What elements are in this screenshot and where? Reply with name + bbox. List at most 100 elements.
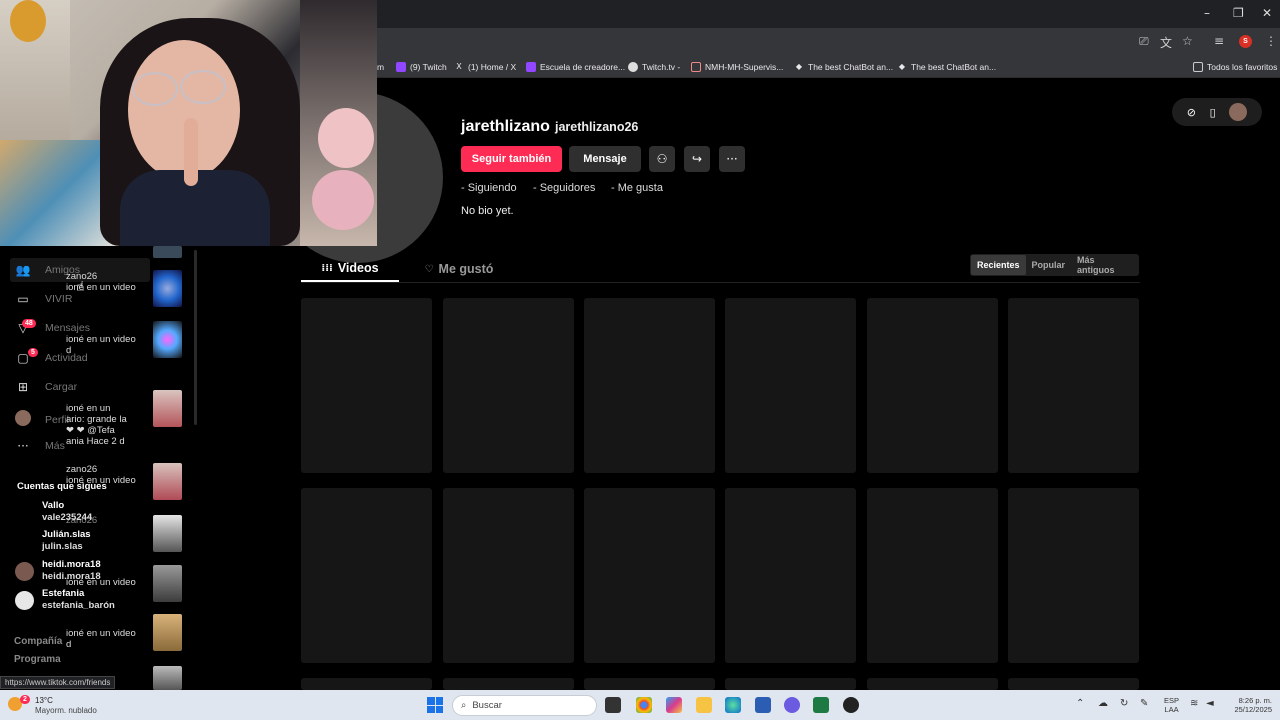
sidebar-scrollbar[interactable]	[194, 250, 197, 425]
language-indicator[interactable]: ESP LAA	[1164, 696, 1179, 714]
add-friend-icon[interactable]: ⚇	[649, 146, 675, 172]
notification-thumbnail[interactable]	[153, 666, 182, 690]
following-name[interactable]: Estefania	[42, 588, 84, 599]
avatar[interactable]	[15, 591, 34, 610]
notification-thumbnail[interactable]	[153, 246, 182, 258]
bookmark-twitch-tv[interactable]: Twitch.tv -	[628, 58, 680, 76]
obs-icon[interactable]	[843, 697, 859, 713]
close-button[interactable]: ✕	[1262, 6, 1272, 20]
following-handle[interactable]: julin.slas	[42, 541, 83, 552]
video-placeholder[interactable]	[1008, 678, 1139, 690]
teams-icon[interactable]	[784, 697, 800, 713]
footer-link-program[interactable]: Programa	[14, 654, 61, 665]
bookmark-item[interactable]: m	[377, 58, 384, 76]
tray-chevron-icon[interactable]: ⌃	[1076, 698, 1084, 709]
followers-count[interactable]: - Seguidores	[533, 182, 595, 194]
video-placeholder[interactable]	[867, 488, 998, 663]
following-name[interactable]: Julián.slas	[42, 529, 91, 540]
tray-sync-icon[interactable]: ↻	[1120, 698, 1128, 709]
notification-thumbnail[interactable]	[153, 463, 182, 500]
video-placeholder[interactable]	[725, 298, 856, 473]
video-placeholder[interactable]	[584, 678, 715, 690]
compass-icon[interactable]: ⊘	[1187, 106, 1196, 119]
weather-desc[interactable]: Mayorm. nublado	[35, 706, 97, 715]
video-placeholder[interactable]	[1008, 488, 1139, 663]
all-bookmarks[interactable]: Todos los favoritos	[1193, 58, 1277, 76]
weather-temp[interactable]: 13°C	[35, 696, 53, 705]
star-icon[interactable]: ☆	[1182, 34, 1193, 48]
video-placeholder[interactable]	[867, 298, 998, 473]
menu-icon[interactable]: ⋮	[1265, 34, 1277, 48]
message-button[interactable]: Mensaje	[569, 146, 641, 172]
bookmark-chatbot-1[interactable]: ◆ The best ChatBot an...	[794, 58, 893, 76]
bookmark-x-home[interactable]: X (1) Home / X	[454, 58, 516, 76]
video-placeholder[interactable]	[301, 298, 432, 473]
more-icon[interactable]: ···	[719, 146, 745, 172]
clock[interactable]: 8:26 p. m. 25/12/2025	[1226, 696, 1272, 714]
bookmark-escuela[interactable]: Escuela de creadore...	[526, 58, 625, 76]
following-count[interactable]: - Siguiendo	[461, 182, 517, 194]
task-view-icon[interactable]	[605, 697, 621, 713]
video-placeholder[interactable]	[584, 298, 715, 473]
minimize-button[interactable]: –	[1204, 6, 1210, 20]
notification-thumbnail[interactable]	[153, 270, 182, 307]
follow-button[interactable]: Seguir también	[461, 146, 562, 172]
notification-thumbnail[interactable]	[153, 614, 182, 651]
video-placeholder[interactable]	[584, 488, 715, 663]
volume-icon[interactable]: ◄	[1206, 698, 1214, 709]
windows-start-icon[interactable]	[427, 697, 443, 713]
avatar[interactable]	[15, 562, 34, 581]
reading-list-icon[interactable]: ≡	[1214, 34, 1224, 48]
share-icon[interactable]: ↪	[684, 146, 710, 172]
tab-videos[interactable]: ⁞⁞⁞ Videos	[301, 256, 399, 282]
notification-thumbnail[interactable]	[153, 515, 182, 552]
video-placeholder[interactable]	[1008, 298, 1139, 473]
user-avatar[interactable]	[1229, 103, 1248, 121]
notification-thumbnail[interactable]	[153, 321, 182, 358]
phone-icon[interactable]: ▯	[1210, 106, 1216, 119]
sort-oldest[interactable]: Más antiguos	[1071, 255, 1138, 275]
translate-icon[interactable]: 文	[1160, 34, 1172, 51]
cast-icon[interactable]: ⎚	[1139, 34, 1149, 49]
footer-link-company[interactable]: Compañía	[14, 636, 62, 647]
tray-network-icon[interactable]: ☁	[1098, 698, 1108, 709]
video-placeholder[interactable]	[725, 488, 856, 663]
notification-item[interactable]: ioné en un ario: grande la ❤ ❤ @Tefa ania H…	[66, 403, 127, 447]
bookmark-chatbot-2[interactable]: ◆ The best ChatBot an...	[897, 58, 996, 76]
file-explorer-icon[interactable]	[696, 697, 712, 713]
wifi-icon[interactable]: ≋	[1190, 698, 1198, 709]
video-placeholder[interactable]	[867, 678, 998, 690]
following-name[interactable]: Vallo	[42, 500, 64, 511]
video-placeholder[interactable]	[301, 488, 432, 663]
video-placeholder[interactable]	[443, 678, 574, 690]
copilot-icon[interactable]	[666, 697, 682, 713]
chrome-icon[interactable]	[636, 697, 652, 713]
video-placeholder[interactable]	[443, 488, 574, 663]
tab-liked[interactable]: ♡ Me gustó	[410, 256, 508, 282]
sort-recent[interactable]: Recientes	[971, 255, 1026, 275]
taskbar-search[interactable]: ⌕ Buscar	[452, 695, 597, 716]
following-name[interactable]: heidi.mora18	[42, 559, 101, 570]
video-placeholder[interactable]	[443, 298, 574, 473]
notification-thumbnail[interactable]	[153, 565, 182, 602]
tray-pen-icon[interactable]: ✎	[1140, 698, 1148, 709]
notification-thumbnail[interactable]	[153, 390, 182, 427]
sidebar-item-profile[interactable]: Perfil	[15, 410, 69, 429]
excel-icon[interactable]	[813, 697, 829, 713]
video-placeholder[interactable]	[725, 678, 856, 690]
sort-popular[interactable]: Popular	[1026, 255, 1072, 275]
sidebar-item-live[interactable]: ▭ VIVIR	[15, 292, 72, 306]
edge-icon[interactable]	[725, 697, 741, 713]
following-handle[interactable]: heidi.mora18	[42, 571, 101, 582]
sidebar-item-upload[interactable]: ⊞ Cargar	[15, 380, 77, 394]
bookmark-twitch[interactable]: (9) Twitch	[396, 58, 447, 76]
notification-item[interactable]: ioné en un video d	[66, 334, 136, 356]
notification-item[interactable]: ioné en un video d	[66, 628, 136, 650]
sidebar-item-more[interactable]: ··· Más	[15, 439, 65, 453]
video-placeholder[interactable]	[301, 678, 432, 690]
following-handle[interactable]: vale235244	[42, 512, 92, 523]
bookmark-nmh[interactable]: NMH-MH-Supervis...	[691, 58, 783, 76]
profile-avatar[interactable]: S	[1239, 35, 1252, 48]
maximize-button[interactable]: ❐	[1233, 6, 1244, 20]
store-icon[interactable]	[755, 697, 771, 713]
